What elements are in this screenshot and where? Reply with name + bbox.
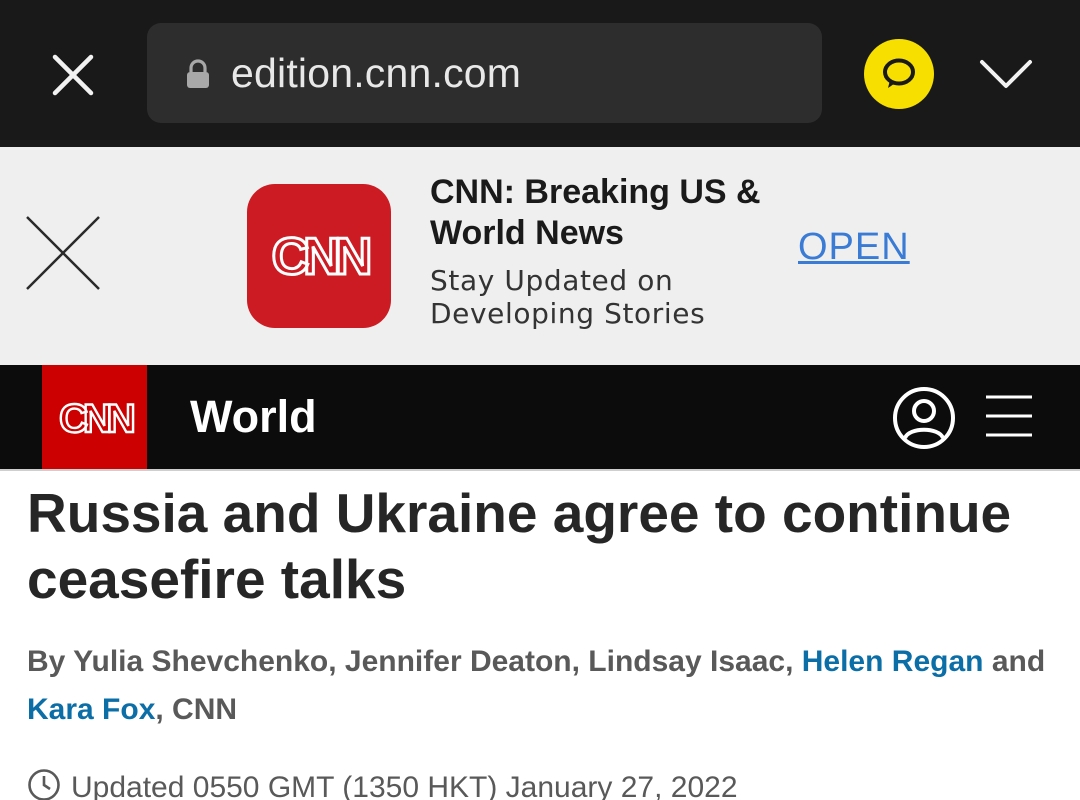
url-text: edition.cnn.com (231, 50, 522, 96)
page: edition.cnn.com CNN CNN: Breaking US & W… (0, 0, 1080, 800)
browser-toolbar: edition.cnn.com (0, 0, 1080, 147)
article-byline: By Yulia Shevchenko, Jennifer Deaton, Li… (27, 638, 1057, 734)
cnn-logo-button[interactable]: CNN (42, 365, 147, 469)
chevron-down-icon (980, 60, 1032, 88)
lock-icon (187, 59, 209, 88)
close-tab-button[interactable] (44, 46, 102, 104)
byline-authors: By Yulia Shevchenko, Jennifer Deaton, Li… (27, 645, 794, 678)
article-timestamp: Updated 0550 GMT (1350 HKT) January 27, … (27, 764, 1057, 800)
expand-button[interactable] (974, 50, 1038, 98)
open-app-button[interactable]: OPEN (798, 226, 910, 269)
clock-icon (28, 769, 60, 800)
cnn-app-icon: CNN (247, 184, 391, 328)
cnn-app-icon-text: CNN (272, 228, 370, 284)
article-headline: Russia and Ukraine agree to continue cea… (27, 482, 1012, 610)
updated-text: Updated 0550 GMT (1350 HKT) January 27, … (71, 771, 738, 800)
cnn-logo: CNN (57, 396, 139, 439)
close-icon[interactable] (24, 214, 102, 292)
cnn-logo-text: CNN (59, 397, 134, 439)
account-icon[interactable] (892, 386, 956, 450)
kakao-chat-icon (883, 58, 915, 88)
author-link-helen-regan[interactable]: Helen Regan (802, 645, 984, 678)
author-link-kara-fox[interactable]: Kara Fox (27, 693, 155, 726)
hamburger-menu-icon[interactable] (984, 392, 1034, 442)
byline-and: and (991, 645, 1046, 678)
byline-source: , CNN (155, 693, 238, 726)
app-title: CNN: Breaking US & World News (430, 173, 761, 252)
kakao-chat-button[interactable] (864, 39, 934, 109)
section-title[interactable]: World (190, 365, 317, 469)
app-subtitle: Stay Updated on Developing Stories (430, 264, 706, 330)
close-icon (52, 54, 94, 96)
header-divider (0, 469, 1080, 471)
cnn-logo: CNN (270, 228, 377, 284)
address-bar[interactable]: edition.cnn.com (147, 23, 822, 123)
